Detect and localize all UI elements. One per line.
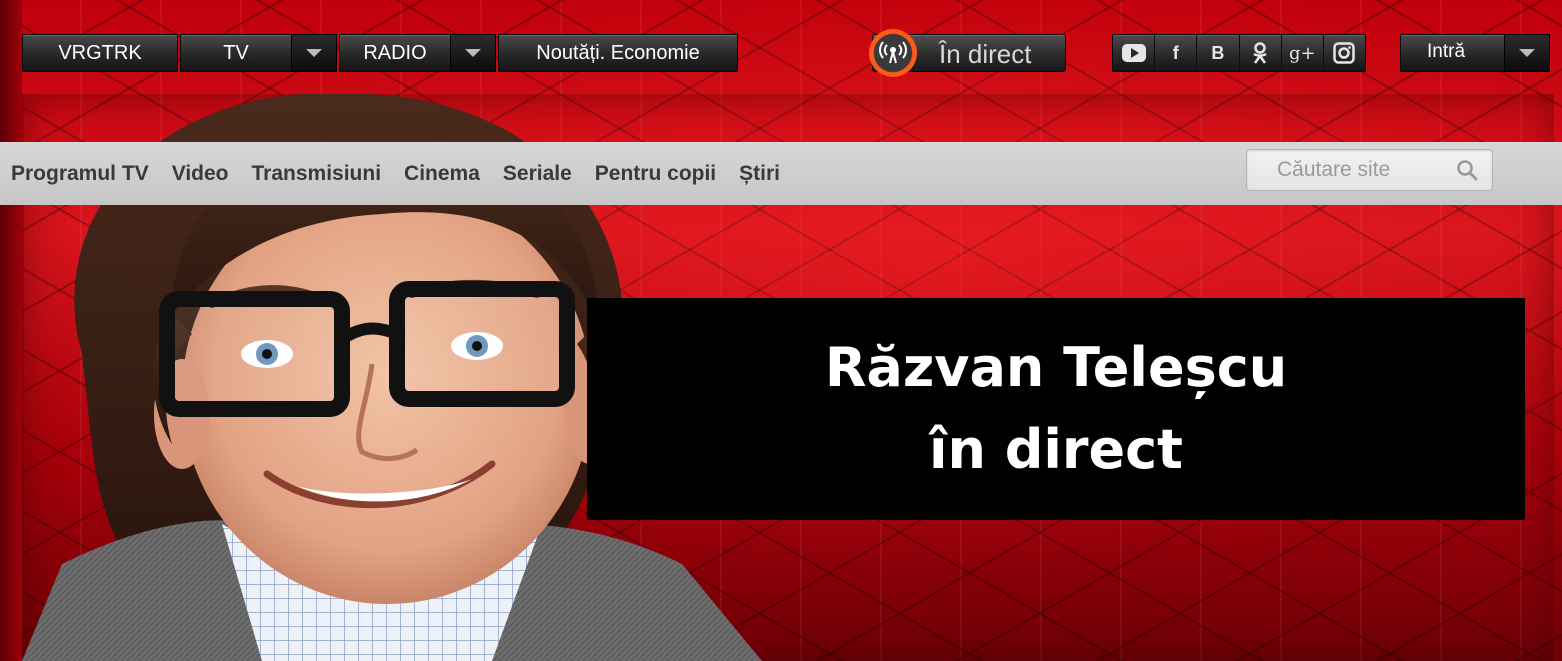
google-plus-icon[interactable]: g+	[1281, 35, 1324, 71]
broadcast-icon	[869, 29, 917, 77]
vk-icon[interactable]: B	[1197, 35, 1240, 71]
youtube-icon[interactable]	[1113, 35, 1156, 71]
site-search	[1246, 149, 1493, 191]
login-button[interactable]: Intră	[1400, 34, 1505, 72]
nav2-kids[interactable]: Pentru copii	[595, 162, 716, 186]
facebook-icon[interactable]: f	[1155, 35, 1198, 71]
headline-line-2: în direct	[929, 418, 1183, 481]
nav2-video[interactable]: Video	[172, 162, 229, 186]
nav-news-economy[interactable]: Noutăți. Economie	[498, 34, 738, 72]
instagram-icon[interactable]	[1323, 35, 1366, 71]
google-plus-glyph: g+	[1288, 42, 1316, 64]
radio-dropdown-toggle[interactable]	[450, 34, 496, 72]
chevron-down-icon	[1519, 49, 1535, 57]
nav-vrgtrk-label: VRGTRK	[58, 41, 142, 64]
live-button[interactable]: În direct	[869, 29, 1066, 77]
nav2-cinema[interactable]: Cinema	[404, 162, 480, 186]
headline-box: Răzvan Teleșcu în direct	[587, 298, 1525, 520]
vk-glyph: B	[1211, 42, 1225, 63]
nav2-tv-schedule[interactable]: Programul TV	[11, 162, 149, 186]
login-label: Intră	[1427, 41, 1466, 62]
nav-tv[interactable]: TV	[180, 34, 292, 72]
headline-line-1: Răzvan Teleșcu	[824, 336, 1288, 399]
nav-vrgtrk[interactable]: VRGTRK	[22, 34, 178, 72]
odnoklassniki-icon[interactable]	[1239, 35, 1282, 71]
nav-news-economy-label: Noutăți. Economie	[536, 41, 700, 64]
nav-radio[interactable]: RADIO	[339, 34, 451, 72]
live-label: În direct	[939, 39, 1032, 69]
tv-dropdown-toggle[interactable]	[291, 34, 337, 72]
nav2-series[interactable]: Seriale	[503, 162, 572, 186]
nav-radio-label: RADIO	[363, 41, 427, 64]
nav2-broadcasts[interactable]: Transmisiuni	[252, 162, 382, 186]
search-input[interactable]	[1247, 150, 1447, 190]
chevron-down-icon	[306, 49, 322, 57]
social-links: f B g+	[1112, 34, 1366, 72]
search-icon[interactable]	[1456, 159, 1478, 186]
nav-tv-label: TV	[223, 41, 249, 64]
facebook-glyph: f	[1172, 42, 1179, 63]
chevron-down-icon	[465, 49, 481, 57]
left-edge	[0, 0, 22, 661]
login-dropdown-toggle[interactable]	[1504, 34, 1550, 72]
nav2-news[interactable]: Știri	[739, 162, 780, 186]
